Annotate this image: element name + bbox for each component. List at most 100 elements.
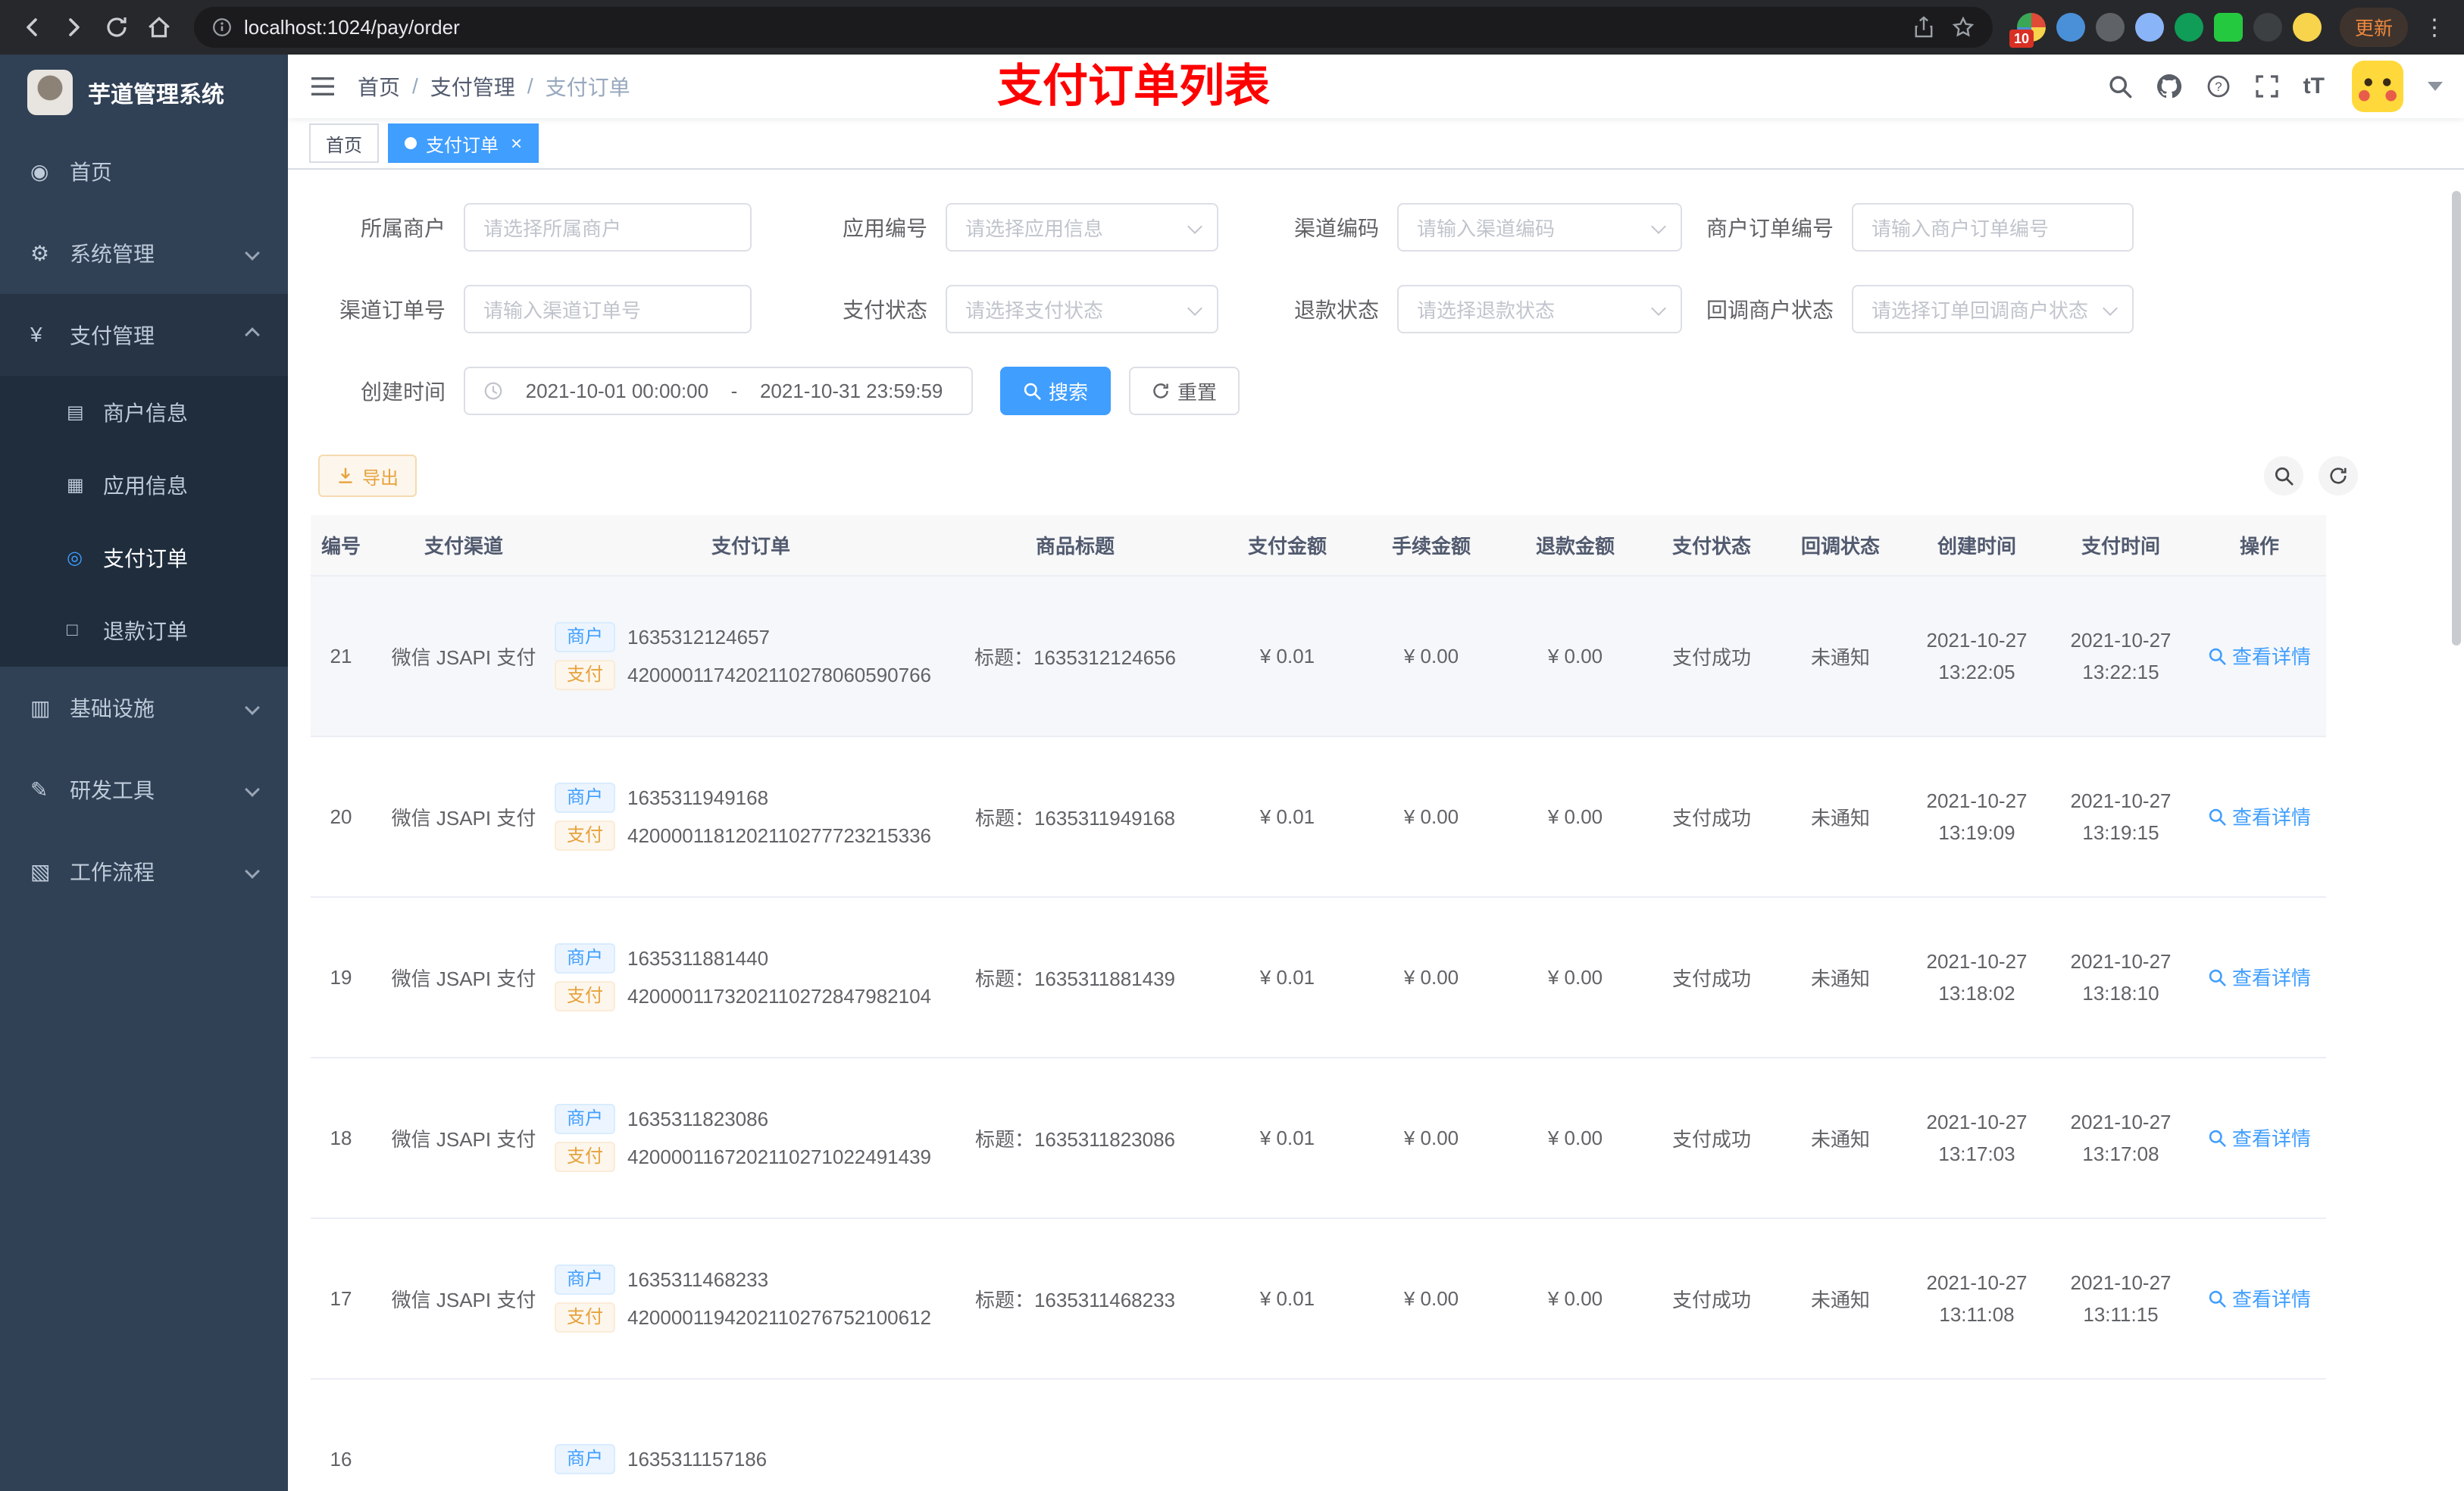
view-detail-link[interactable]: 查看详情: [2208, 963, 2311, 991]
infra-icon: ▥: [30, 695, 51, 720]
filter-select[interactable]: 请选择应用信息: [946, 203, 1218, 252]
order-icon: ◎: [67, 547, 83, 568]
filter-label: 创建时间: [360, 380, 446, 404]
data-table: 编号 支付渠道 支付订单 商品标题 支付金额 手续金额 退款金额 支付状态 回调状态 创建时间 支付…: [311, 515, 2326, 1491]
sidebar-item[interactable]: ▥ 基础设施: [0, 667, 288, 749]
sidebar-item[interactable]: ◉ 首页: [0, 130, 288, 212]
reload-icon[interactable]: [97, 8, 136, 47]
merchant-tag: 商户: [555, 1264, 615, 1295]
fullscreen-icon[interactable]: [2255, 74, 2279, 98]
sidebar-item[interactable]: □ 退款订单: [0, 594, 288, 667]
close-icon[interactable]: ×: [511, 133, 522, 153]
breadcrumb-item[interactable]: 支付管理: [430, 71, 515, 102]
app-title: 芋道管理系统: [88, 83, 224, 108]
filter-input[interactable]: 请选择所属商户: [464, 203, 752, 252]
app-logo: 芋道管理系统: [0, 55, 288, 130]
date-end-value: 2021-10-31 23:59:59: [759, 379, 943, 402]
dashboard-icon: ◉: [30, 159, 49, 183]
browser-update-button[interactable]: 更新: [2339, 8, 2408, 47]
table-row: 20 微信 JSAPI 支付 商户 1635311949168 支付 42000…: [311, 736, 2326, 898]
tab-pay-order[interactable]: 支付订单 ×: [388, 123, 539, 163]
reset-button[interactable]: 重置: [1129, 367, 1240, 415]
extension-icon[interactable]: [2095, 13, 2125, 42]
forward-icon[interactable]: [55, 8, 94, 47]
url-bar[interactable]: localhost:1024/pay/order: [194, 7, 1993, 48]
browser-menu-icon[interactable]: ⋮: [2417, 14, 2452, 41]
pay-tag: 支付: [555, 821, 615, 851]
column-header: 支付订单: [549, 515, 935, 577]
filter-input[interactable]: 请输入渠道订单号: [464, 285, 752, 333]
sidebar-item[interactable]: ▧ 工作流程: [0, 830, 288, 912]
extensions-area: 10: [2009, 13, 2322, 48]
refresh-icon[interactable]: [2319, 456, 2358, 495]
sidebar-item[interactable]: ⚙ 系统管理: [0, 212, 288, 294]
extension-icon[interactable]: [2134, 13, 2164, 42]
table-row: 16 商户 1635311157186: [311, 1379, 2326, 1491]
filter-label: 退款状态: [1293, 299, 1379, 322]
share-icon[interactable]: [1914, 16, 1934, 39]
chevron-down-icon: [1187, 301, 1202, 316]
hamburger-icon[interactable]: [309, 75, 336, 98]
chevron-down-icon[interactable]: [2428, 82, 2443, 91]
extension-icon[interactable]: [2174, 13, 2203, 42]
extension-icon[interactable]: [2292, 13, 2322, 42]
sidebar-item[interactable]: ¥ 支付管理: [0, 294, 288, 376]
github-icon[interactable]: [2156, 73, 2182, 99]
extension-icon[interactable]: 10: [2009, 13, 2046, 48]
sidebar-item[interactable]: ▦ 应用信息: [0, 449, 288, 521]
filter-select[interactable]: 请选择退款状态: [1397, 285, 1682, 333]
filter-label: 所属商户: [360, 217, 446, 240]
filter-label: 应用编号: [842, 217, 927, 240]
merchant-tag: 商户: [555, 783, 615, 813]
pay-tag: 支付: [555, 1142, 615, 1172]
scrollbar-thumb[interactable]: [2452, 191, 2461, 645]
column-header: 支付状态: [1647, 515, 1776, 577]
table-row: 18 微信 JSAPI 支付 商户 1635311823086 支付 42000…: [311, 1058, 2326, 1219]
filter-select[interactable]: 请选择订单回调商户状态: [1852, 285, 2134, 333]
chevron-icon: [245, 782, 260, 797]
sidebar-item[interactable]: ◎ 支付订单: [0, 521, 288, 594]
date-range-input[interactable]: 2021-10-01 00:00:00 - 2021-10-31 23:59:5…: [464, 367, 973, 415]
extension-badge: 10: [2009, 30, 2034, 48]
filter-select[interactable]: 请输入渠道编码: [1397, 203, 1682, 252]
column-header: 回调状态: [1776, 515, 1905, 577]
filter-label: 商户订单编号: [1706, 217, 1834, 240]
home-icon[interactable]: [139, 8, 179, 47]
search-icon[interactable]: [2108, 74, 2132, 98]
sidebar-item[interactable]: ▤ 商户信息: [0, 376, 288, 449]
breadcrumb-item[interactable]: 首页: [358, 71, 400, 102]
help-icon[interactable]: ?: [2206, 74, 2231, 98]
breadcrumb: 首页 / 支付管理 / 支付订单: [358, 71, 630, 102]
workflow-icon: ▧: [30, 859, 51, 883]
filter-label: 渠道编码: [1293, 217, 1379, 240]
bookmark-star-icon[interactable]: [1952, 16, 1975, 39]
site-info-icon[interactable]: [212, 17, 232, 37]
date-start-value: 2021-10-01 00:00:00: [525, 379, 709, 402]
table-body: 21 微信 JSAPI 支付 商户 1635312124657 支付 42000…: [311, 576, 2326, 1491]
view-detail-link[interactable]: 查看详情: [2208, 1124, 2311, 1152]
extension-icon[interactable]: [2253, 13, 2282, 42]
merchant-tag: 商户: [555, 622, 615, 652]
table-head-row: 编号 支付渠道 支付订单 商品标题 支付金额 手续金额 退款金额 支付状态 回调状态 创建时间 支付…: [311, 515, 2326, 577]
yen-icon: ¥: [30, 323, 42, 346]
user-avatar[interactable]: [2352, 61, 2403, 112]
font-size-icon[interactable]: tT: [2303, 73, 2325, 99]
pay-tag: 支付: [555, 1302, 615, 1333]
tab-home[interactable]: 首页: [309, 123, 379, 163]
back-icon[interactable]: [12, 8, 52, 47]
filter-input[interactable]: 请输入商户订单编号: [1852, 203, 2134, 252]
export-button[interactable]: 导出: [318, 455, 417, 497]
filter-select[interactable]: 请选择支付状态: [946, 285, 1218, 333]
toggle-search-icon[interactable]: [2264, 456, 2303, 495]
filter-label: 回调商户状态: [1706, 299, 1834, 322]
extension-icon[interactable]: [2213, 13, 2243, 42]
search-button[interactable]: 搜索: [1000, 367, 1112, 415]
extension-icon[interactable]: [2056, 13, 2085, 42]
view-detail-link[interactable]: 查看详情: [2208, 802, 2311, 830]
view-detail-link[interactable]: 查看详情: [2208, 1284, 2311, 1312]
logo-avatar: [27, 70, 73, 115]
sidebar: 芋道管理系统 ◉ 首页 ⚙ 系统管理 ¥ 支付管理 ▤ 商户信息 ▦ 应用信息 …: [0, 55, 288, 1491]
sidebar-item[interactable]: ✎ 研发工具: [0, 749, 288, 830]
view-detail-link[interactable]: 查看详情: [2208, 642, 2311, 670]
column-header: 商品标题: [935, 515, 1215, 577]
